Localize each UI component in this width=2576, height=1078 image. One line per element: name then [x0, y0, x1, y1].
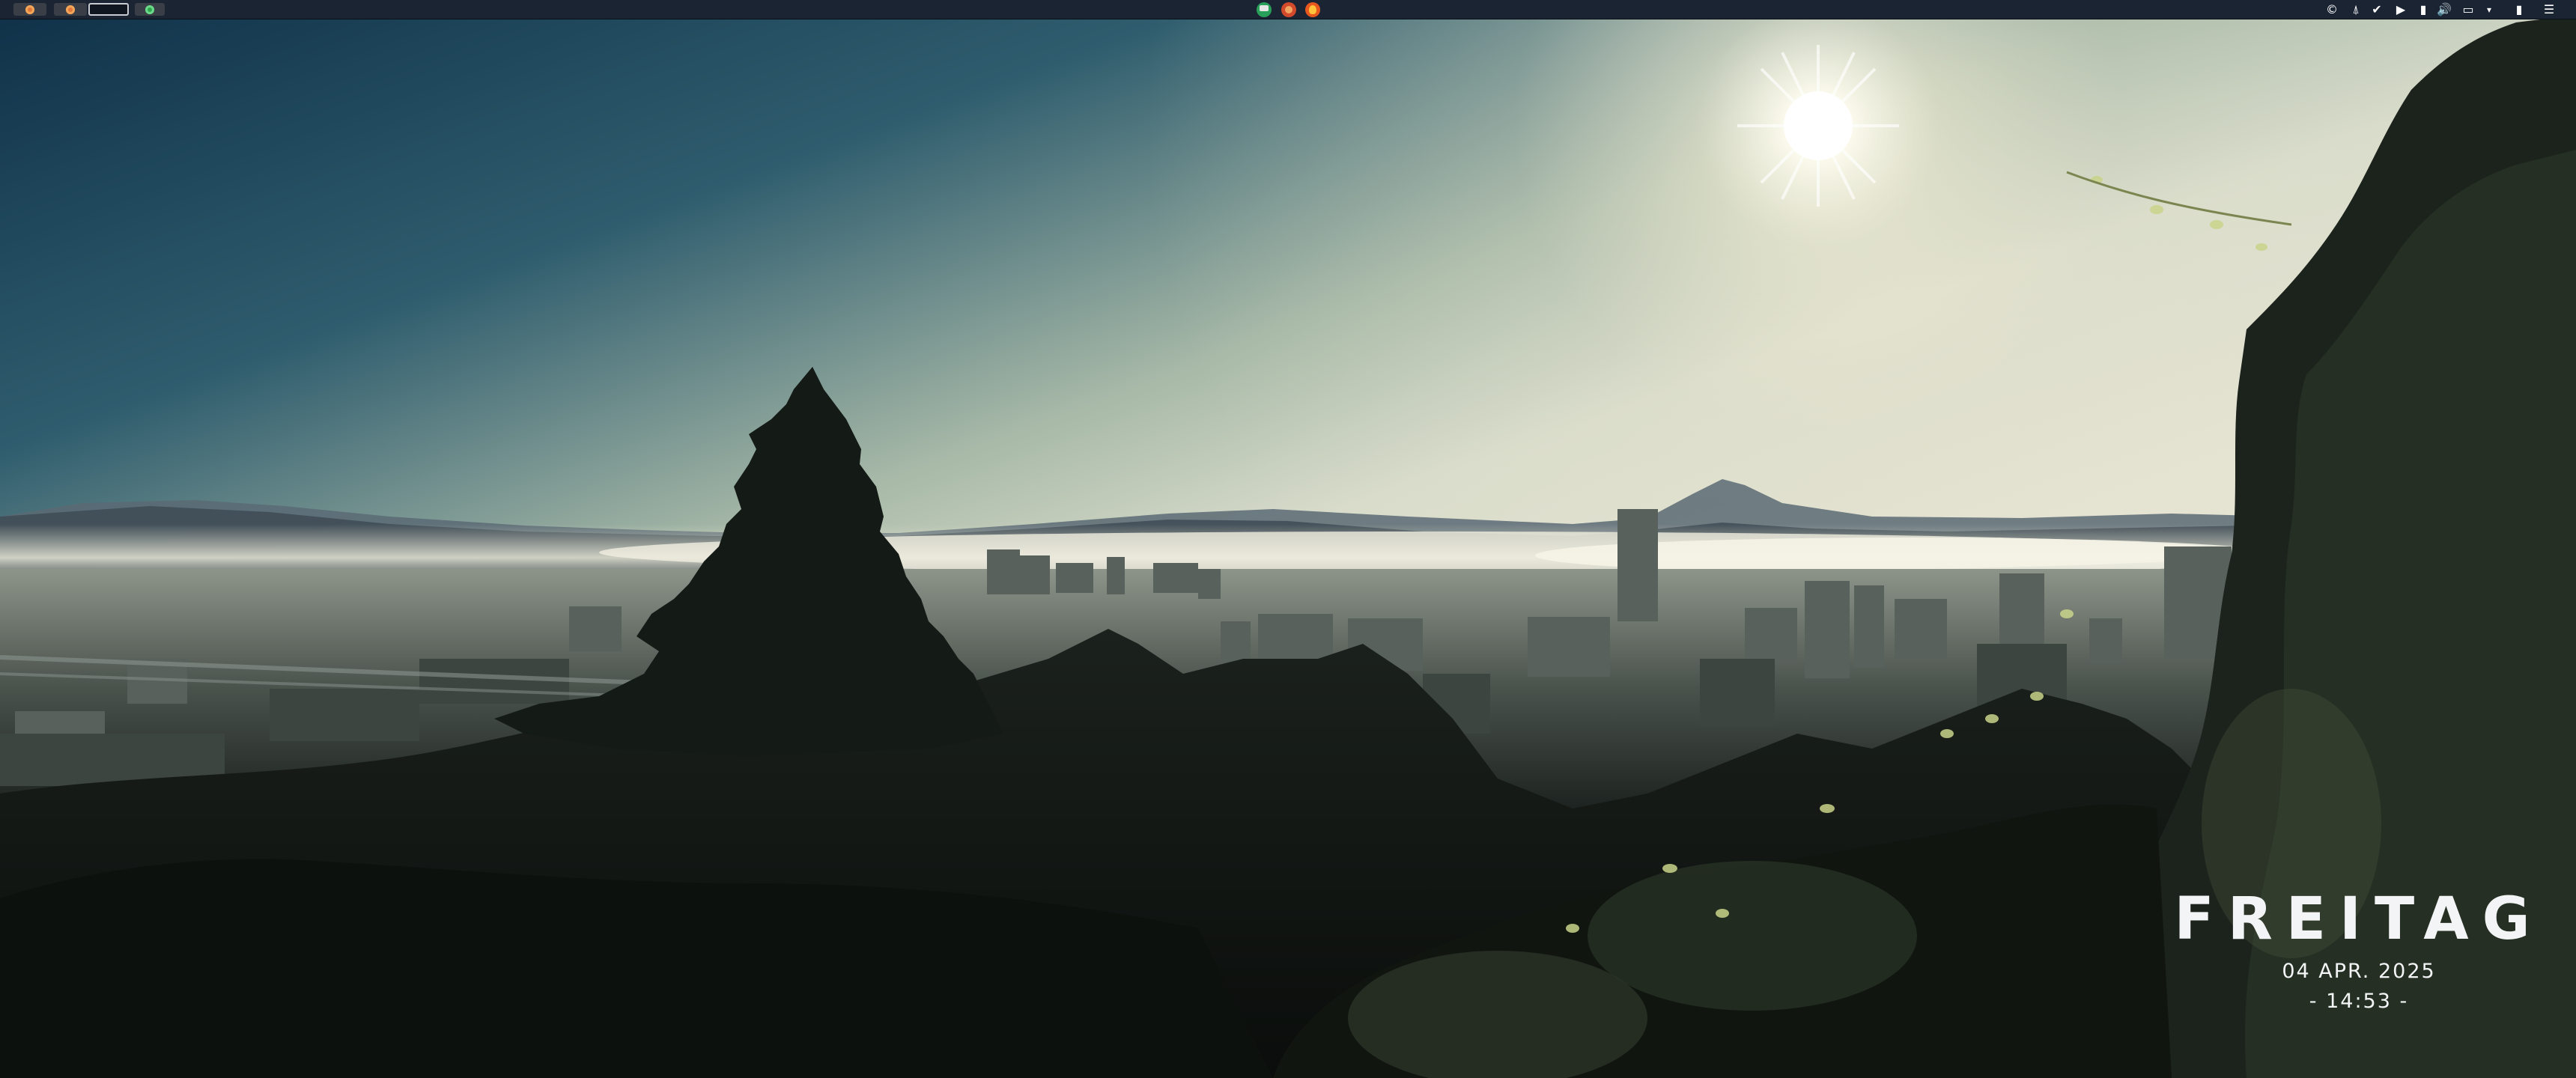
dropdown-icon[interactable]: ▾ [2482, 2, 2497, 17]
checkmark-icon[interactable]: ✔ [2369, 2, 2384, 17]
copyright-app-icon[interactable]: © [2324, 2, 2339, 17]
workspace-4-button[interactable] [135, 3, 165, 16]
terminal-app-icon[interactable] [1257, 2, 1272, 17]
clipboard-icon[interactable]: ▮ [2416, 2, 2431, 17]
firefox-icon[interactable] [1305, 2, 1320, 17]
volume-icon[interactable]: 🔊 [2437, 2, 2452, 17]
date-time-widget: FREITAG 04 APR. 2025 - 14:53 - [2157, 887, 2561, 1022]
workspace-2-button[interactable] [54, 3, 87, 16]
display-icon[interactable]: ▭ [2461, 2, 2476, 17]
weekday-label: FREITAG [2174, 886, 2544, 953]
top-panel: © ⍋ ✔ ▶ ▮ 🔊 ▭ ▾ ▮ ☰ [0, 0, 2576, 19]
orange-dot-icon [25, 4, 34, 14]
workspace-3-button[interactable] [88, 3, 129, 16]
date-label: 04 APR. 2025 [2282, 960, 2436, 983]
app-launcher-icon[interactable] [1281, 2, 1296, 17]
time-label: - 14:53 - [2309, 990, 2409, 1013]
green-dot-icon [145, 4, 154, 14]
menu-icon[interactable]: ☰ [2542, 2, 2557, 17]
orange-dot-icon [66, 4, 75, 14]
battery-icon[interactable]: ▮ [2512, 2, 2527, 17]
arch-icon[interactable]: ⍋ [2348, 2, 2363, 17]
desktop: © ⍋ ✔ ▶ ▮ 🔊 ▭ ▾ ▮ ☰ FREITAG 04 APR. 2025… [0, 0, 2576, 1078]
workspace-1-button[interactable] [13, 3, 46, 16]
play-icon[interactable]: ▶ [2393, 2, 2408, 17]
